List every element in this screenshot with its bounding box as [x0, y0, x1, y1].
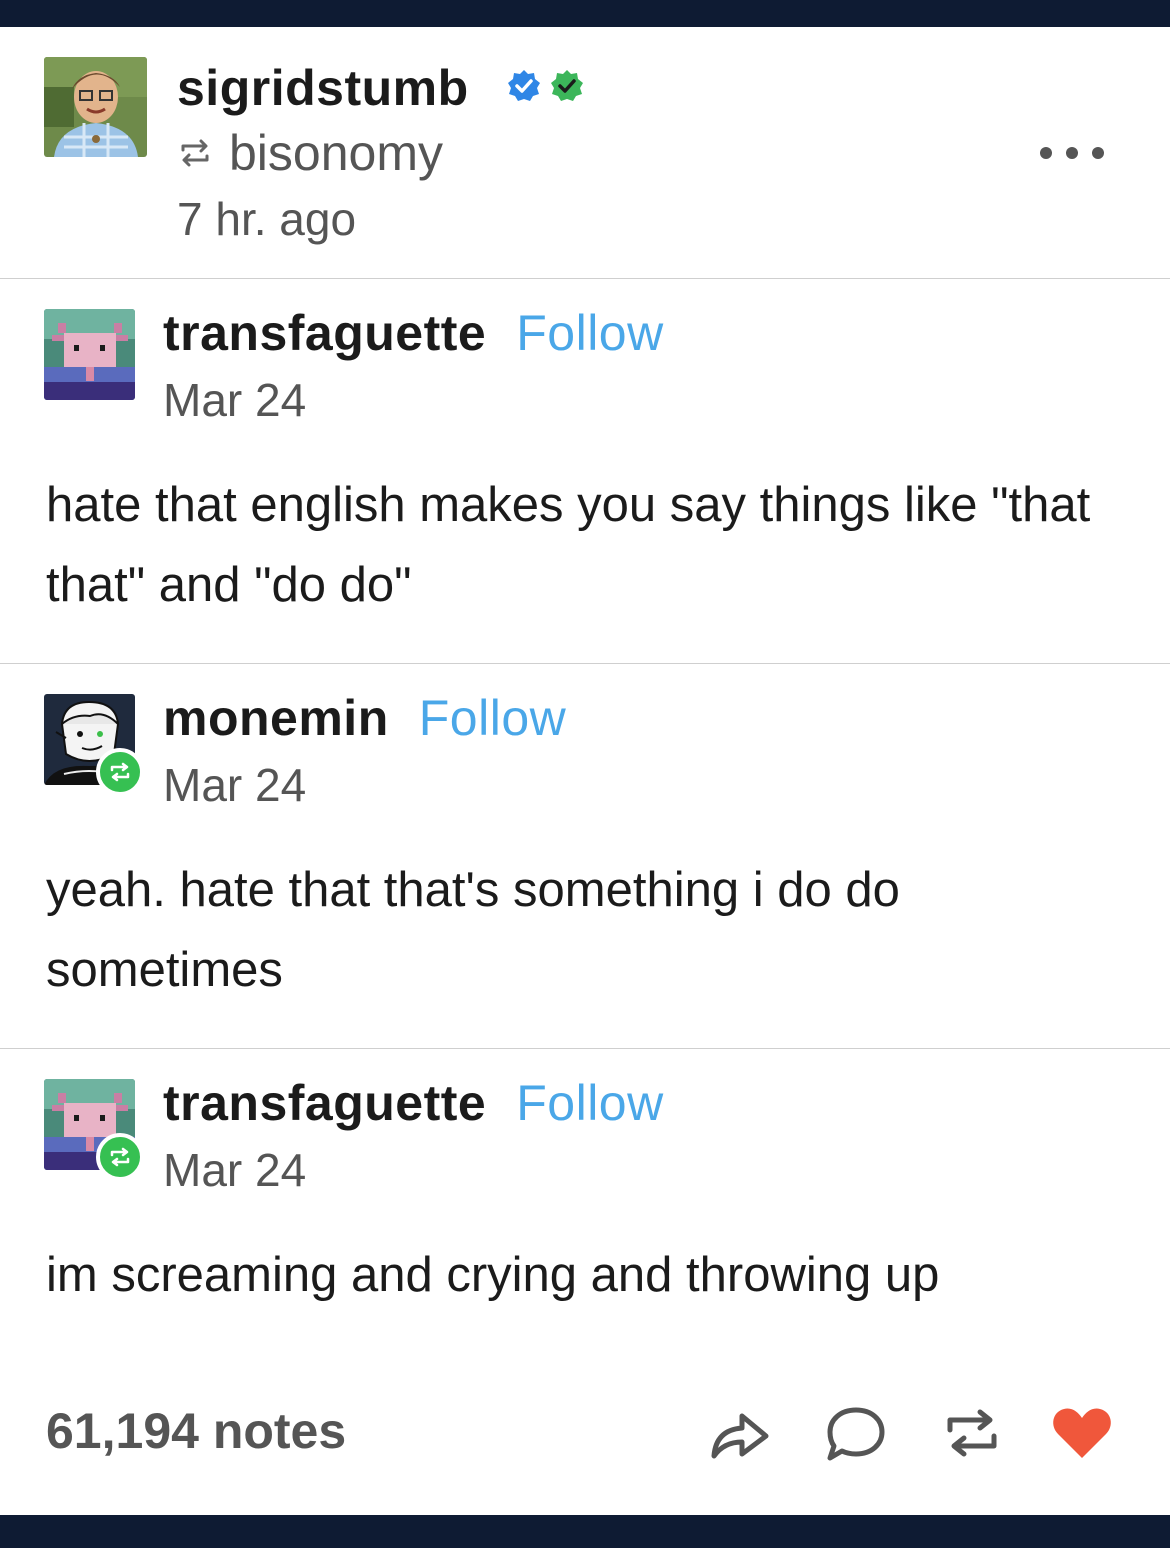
follow-button[interactable]: Follow — [419, 690, 566, 746]
entry-body: hate that english makes you say things l… — [46, 478, 1091, 612]
notes-count[interactable]: 61,194 notes — [46, 1402, 346, 1460]
reblog-icon[interactable] — [940, 1404, 1004, 1462]
reblog-entry: monemin Follow Mar 24 yeah. hate that tha… — [0, 664, 1170, 1048]
entry-body: yeah. hate that that's something i do do… — [46, 863, 900, 997]
entry-username[interactable]: transfaguette — [163, 305, 486, 361]
bottom-bar — [0, 1515, 1170, 1548]
entry-header: monemin Follow — [163, 689, 566, 747]
user-avatar-photo-icon — [44, 57, 147, 157]
reblog-badge-icon — [96, 1133, 144, 1181]
share-icon[interactable] — [708, 1404, 772, 1462]
like-heart-icon[interactable] — [1050, 1404, 1114, 1462]
entry-date: Mar 24 — [163, 1144, 307, 1196]
verified-check-green-icon — [551, 70, 583, 101]
entry-date: Mar 24 — [163, 374, 307, 426]
entry-username[interactable]: monemin — [163, 690, 389, 746]
reply-icon[interactable] — [824, 1404, 888, 1462]
post-footer: 61,194 notes — [0, 1390, 1170, 1490]
entry-date: Mar 24 — [163, 759, 307, 811]
reblog-entry: transfaguette Follow Mar 24 hate that eng… — [0, 279, 1170, 663]
entry-body: im screaming and crying and throwing up — [46, 1248, 940, 1302]
reblog-small-icon — [181, 139, 209, 167]
reblog-badge-icon — [96, 748, 144, 796]
reblogged-from-username[interactable]: bisonomy — [229, 124, 443, 182]
follow-button[interactable]: Follow — [516, 305, 663, 361]
reblog-source: bisonomy — [177, 124, 443, 182]
more-dots-icon[interactable] — [1040, 141, 1104, 165]
entry-username[interactable]: transfaguette — [163, 1075, 486, 1131]
post-timestamp: 7 hr. ago — [177, 193, 357, 245]
axolotl-avatar-icon — [44, 309, 135, 400]
avatar[interactable] — [44, 57, 147, 157]
verified-check-blue-icon — [508, 70, 540, 101]
post-header: sigridstumb bisonomy 7 hr. ago — [0, 27, 1170, 278]
reblog-entry: transfaguette Follow Mar 24 im screaming … — [0, 1049, 1170, 1379]
follow-button[interactable]: Follow — [516, 1075, 663, 1131]
username[interactable]: sigridstumb — [177, 59, 469, 117]
entry-header: transfaguette Follow — [163, 1074, 664, 1132]
entry-header: transfaguette Follow — [163, 304, 664, 362]
top-bar — [0, 0, 1170, 27]
avatar[interactable] — [44, 309, 135, 400]
